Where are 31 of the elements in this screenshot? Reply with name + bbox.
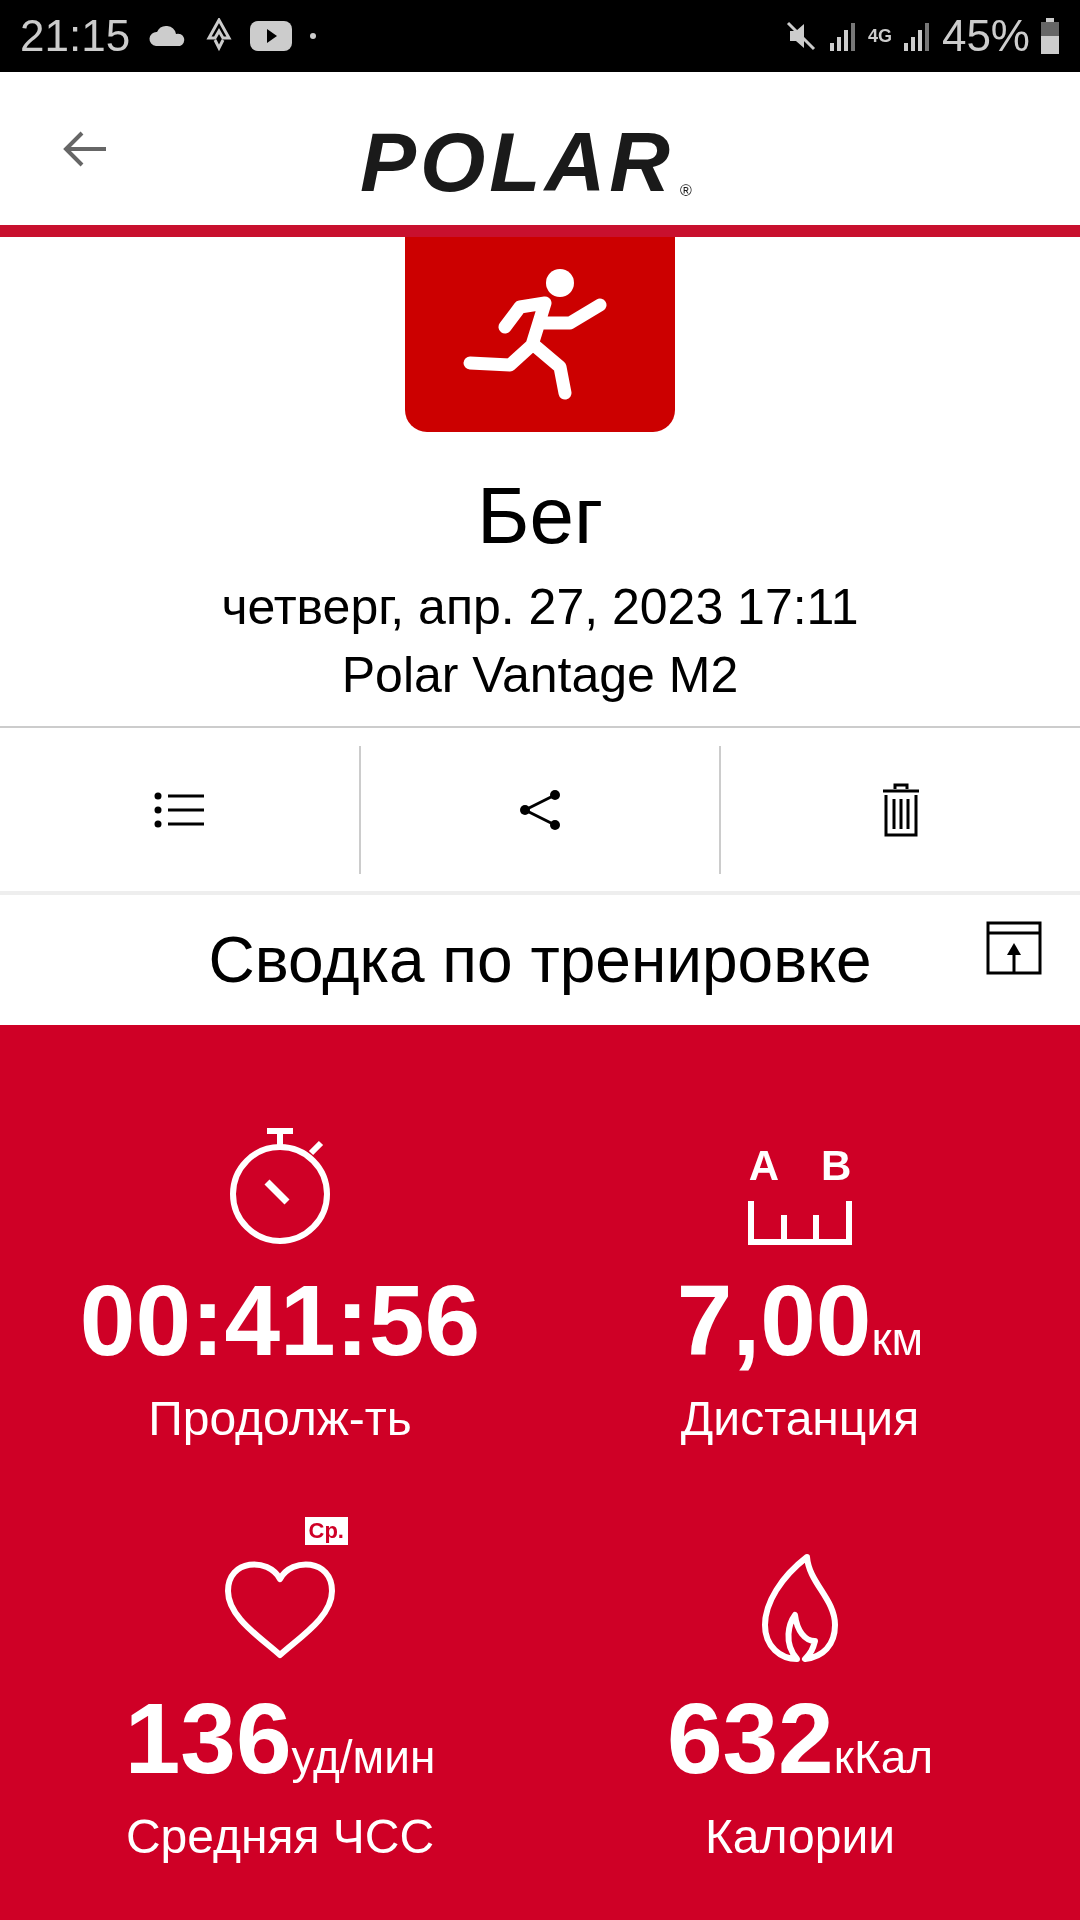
stat-label: Калории xyxy=(704,1808,896,1864)
status-time: 21:15 xyxy=(20,11,131,61)
flame-icon xyxy=(761,1552,839,1663)
stat-unit: уд/мин xyxy=(291,1730,436,1784)
stat-unit: кКал xyxy=(833,1729,934,1784)
signal-icon xyxy=(901,21,932,51)
distance-marker: A xyxy=(748,1145,779,1187)
sport-name: Бег xyxy=(475,472,605,560)
stat-label: Дистанция xyxy=(680,1391,920,1446)
battery-percent: 45% xyxy=(941,11,1030,61)
signal-icon xyxy=(827,21,858,51)
device-name: Polar Vantage M2 xyxy=(340,646,740,704)
stat-label: Продолж-ть xyxy=(148,1391,412,1446)
registered-mark: ® xyxy=(680,182,692,200)
network-label: 4G xyxy=(867,25,892,47)
export-button[interactable] xyxy=(986,921,1042,975)
distance-marker: B xyxy=(821,1145,852,1187)
logo: POLAR xyxy=(360,120,674,204)
ruler-icon xyxy=(748,1201,852,1245)
session-date: четверг, апр. 27, 2023 17:11 xyxy=(220,578,860,636)
stat-value: 00:41:56 xyxy=(79,1265,481,1375)
stat-value: 136 xyxy=(124,1682,292,1793)
summary-title: Сводка по тренировке xyxy=(208,923,872,997)
stat-value: 632 xyxy=(666,1682,834,1793)
stat-value: 7,00 xyxy=(676,1265,872,1375)
stat-unit: км xyxy=(871,1312,924,1366)
battery-icon xyxy=(1040,18,1060,54)
average-badge: Ср. xyxy=(304,1516,348,1545)
play-icon xyxy=(250,21,293,51)
stat-label: Средняя ЧСС xyxy=(125,1808,435,1864)
dot-icon xyxy=(310,33,317,39)
